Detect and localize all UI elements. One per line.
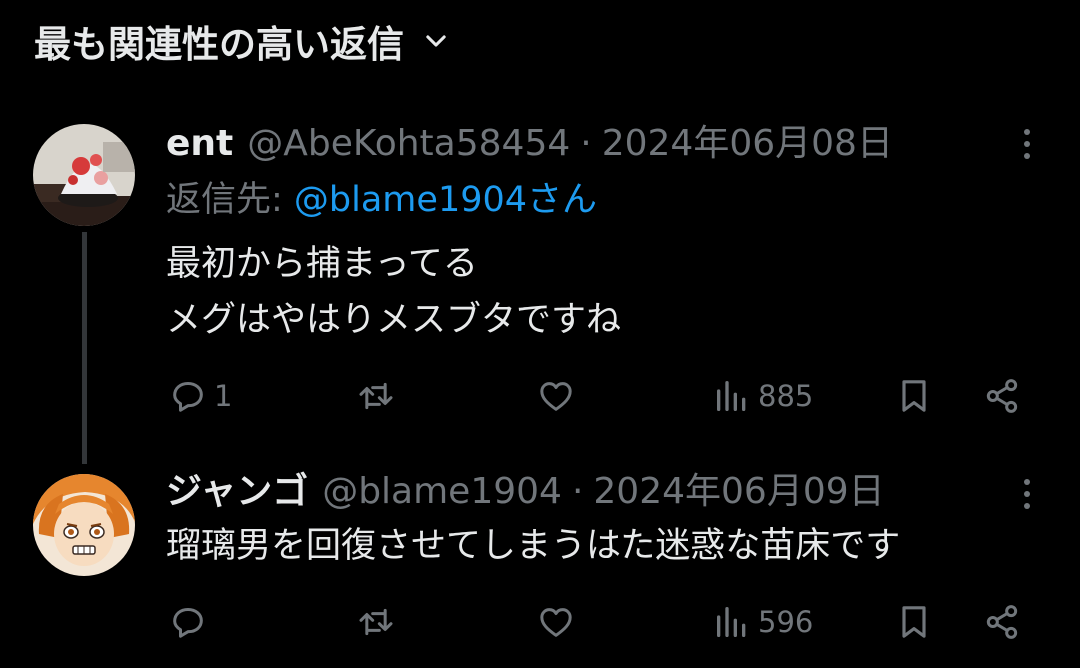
thread-connector: [82, 232, 87, 464]
display-name[interactable]: ジャンゴ: [166, 470, 308, 514]
share-icon: [986, 379, 1018, 413]
like-icon: [540, 382, 572, 411]
tweet-date[interactable]: 2024年06月09日: [593, 470, 884, 514]
chevron-down-icon: [426, 35, 446, 47]
reply-to-line: 返信先: @blame1904さん: [166, 178, 597, 222]
share-button[interactable]: [982, 376, 1022, 416]
views-icon: [717, 607, 746, 637]
retweet-button[interactable]: [356, 602, 402, 642]
views-button[interactable]: 885: [712, 376, 813, 416]
user-handle[interactable]: @AbeKohta58454: [247, 122, 570, 166]
sort-label: 最も関連性の高い返信: [34, 23, 404, 66]
reply-button[interactable]: [168, 602, 214, 642]
retweet-icon: [359, 608, 393, 636]
views-count: 885: [758, 379, 814, 413]
reply-icon: [173, 382, 203, 412]
reply-sort-dropdown[interactable]: 最も関連性の高い返信: [34, 14, 450, 68]
retweet-icon: [359, 382, 393, 410]
share-button[interactable]: [982, 602, 1022, 642]
like-button[interactable]: [536, 602, 582, 642]
views-button[interactable]: 596: [712, 602, 813, 642]
avatar[interactable]: [33, 124, 135, 226]
reply-count: 1: [214, 379, 233, 413]
views-icon: [717, 381, 746, 411]
like-icon: [540, 608, 572, 637]
tweet-text-line: メグはやはりメスブタですね: [166, 300, 622, 340]
reply-to-prefix: 返信先:: [166, 180, 294, 220]
tweet-header: ジャンゴ @blame1904 · 2024年06月09日: [166, 470, 885, 514]
bookmark-icon: [902, 606, 926, 638]
separator-dot: ·: [580, 123, 592, 164]
more-icon[interactable]: [1012, 474, 1042, 514]
reply-icon: [173, 608, 203, 638]
more-icon[interactable]: [1012, 124, 1042, 164]
reply-button[interactable]: 1: [168, 376, 232, 416]
bookmark-button[interactable]: [894, 376, 934, 416]
share-icon: [986, 605, 1018, 639]
user-handle[interactable]: @blame1904: [322, 470, 562, 514]
tweet-text-line: 最初から捕まってる: [166, 244, 478, 284]
tweet-text-line: 瑠璃男を回復させてしまうはた迷惑な苗床です: [166, 526, 901, 566]
reply-to-mention[interactable]: @blame1904さん: [294, 180, 597, 220]
like-button[interactable]: [536, 376, 582, 416]
display-name[interactable]: ent: [166, 122, 233, 166]
retweet-button[interactable]: [356, 376, 402, 416]
tweet-date[interactable]: 2024年06月08日: [602, 122, 893, 166]
separator-dot: ·: [571, 471, 584, 512]
bookmark-icon: [902, 380, 926, 412]
tweet-header: ent @AbeKohta58454 · 2024年06月08日: [166, 122, 893, 166]
bookmark-button[interactable]: [894, 602, 934, 642]
views-count: 596: [758, 605, 814, 639]
avatar[interactable]: [33, 474, 135, 576]
reply-thread: 最も関連性の高い返信 ent @AbeKohta58454 · 2024年06月…: [0, 0, 1080, 668]
